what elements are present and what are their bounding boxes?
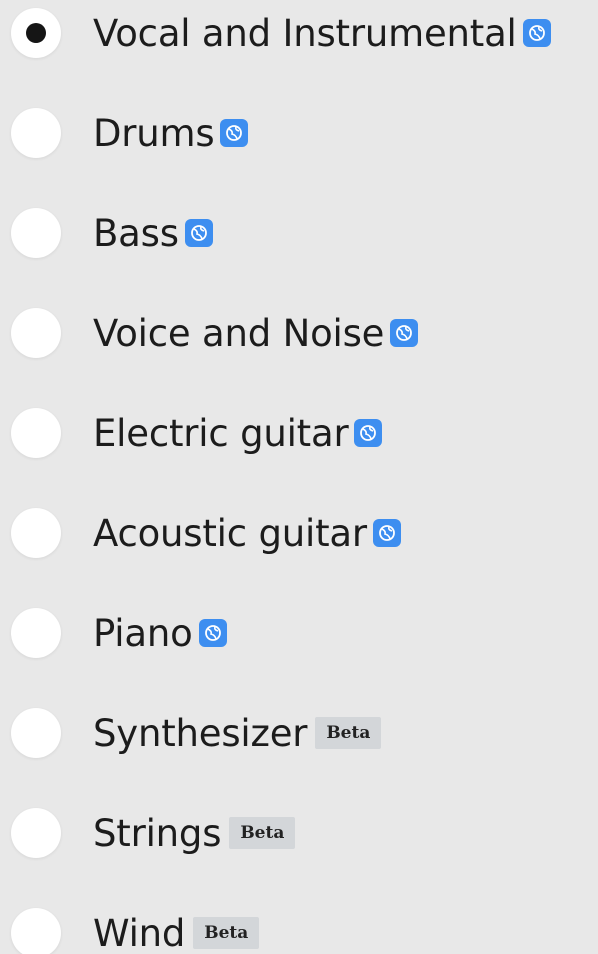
radio-button[interactable] xyxy=(11,708,61,758)
radio-button[interactable] xyxy=(11,508,61,558)
option-label: Wind Beta xyxy=(93,911,260,954)
radio-button[interactable] xyxy=(11,408,61,458)
beta-badge: Beta xyxy=(229,817,296,849)
option-label-text: Electric guitar xyxy=(93,411,349,455)
option-label: Synthesizer Beta xyxy=(93,711,382,755)
option-label: Electric guitar xyxy=(93,411,383,455)
globe-badge-icon xyxy=(354,419,383,447)
option-strings[interactable]: Strings Beta xyxy=(0,783,598,883)
option-label-text: Vocal and Instrumental xyxy=(93,11,517,55)
option-piano[interactable]: Piano xyxy=(0,583,598,683)
option-synthesizer[interactable]: Synthesizer Beta xyxy=(0,683,598,783)
globe-badge-icon xyxy=(220,119,249,147)
beta-badge: Beta xyxy=(193,917,260,949)
globe-badge-icon xyxy=(522,19,551,47)
option-label-text: Piano xyxy=(93,611,193,655)
radio-selected-dot xyxy=(26,23,46,43)
option-drums[interactable]: Drums xyxy=(0,83,598,183)
option-label-text: Wind xyxy=(93,911,186,954)
radio-button[interactable] xyxy=(11,8,61,58)
option-label-text: Strings xyxy=(93,811,222,855)
globe-badge-icon xyxy=(390,319,419,347)
globe-badge-icon xyxy=(372,519,401,547)
option-label: Vocal and Instrumental xyxy=(93,15,551,52)
option-voice-and-noise[interactable]: Voice and Noise xyxy=(0,283,598,383)
option-label: Piano xyxy=(93,615,227,652)
beta-badge: Beta xyxy=(315,717,382,749)
radio-button[interactable] xyxy=(11,208,61,258)
option-bass[interactable]: Bass xyxy=(0,183,598,283)
option-label: Drums xyxy=(93,111,249,155)
option-label: Acoustic guitar xyxy=(93,515,401,552)
option-acoustic-guitar[interactable]: Acoustic guitar xyxy=(0,483,598,583)
radio-button[interactable] xyxy=(11,808,61,858)
option-label: Bass xyxy=(93,215,213,252)
option-label-text: Drums xyxy=(93,111,215,155)
option-electric-guitar[interactable]: Electric guitar xyxy=(0,383,598,483)
option-vocal-and-instrumental[interactable]: Vocal and Instrumental xyxy=(0,0,598,83)
radio-button[interactable] xyxy=(11,608,61,658)
radio-button[interactable] xyxy=(11,108,61,158)
option-label-text: Voice and Noise xyxy=(93,311,385,355)
stem-options-list: Vocal and Instrumental Drums Bass Voice … xyxy=(0,0,598,954)
globe-badge-icon xyxy=(198,619,227,647)
option-wind[interactable]: Wind Beta xyxy=(0,883,598,954)
option-label: Strings Beta xyxy=(93,811,296,855)
radio-button[interactable] xyxy=(11,908,61,954)
option-label-text: Acoustic guitar xyxy=(93,511,367,555)
option-label-text: Bass xyxy=(93,211,179,255)
option-label: Voice and Noise xyxy=(93,311,419,355)
option-label-text: Synthesizer xyxy=(93,711,308,755)
globe-badge-icon xyxy=(184,219,213,247)
radio-button[interactable] xyxy=(11,308,61,358)
